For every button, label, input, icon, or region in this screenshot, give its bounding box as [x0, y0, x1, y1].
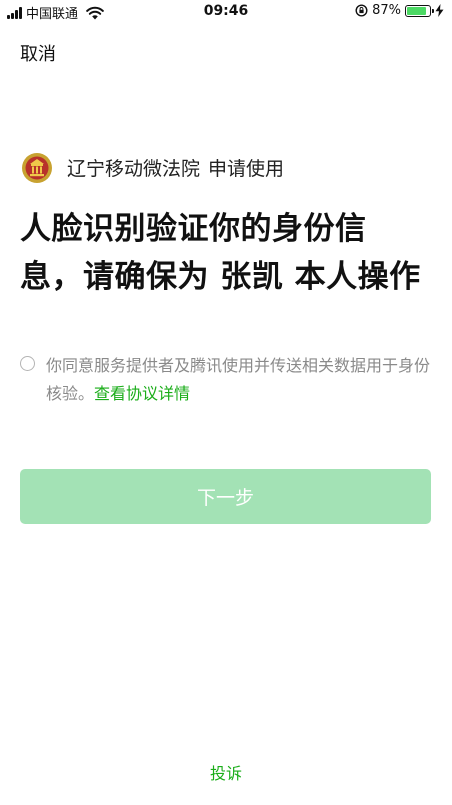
battery-level [407, 6, 426, 15]
agreement-checkbox[interactable] [20, 356, 35, 371]
page-title-line-1: 人脸识别验证你的身份信 [20, 211, 367, 247]
agreement: 你同意服务提供者及腾讯使用并传送相关数据用于身份核验。查看协议详情 [20, 352, 430, 408]
rotation-lock-icon [355, 4, 368, 17]
app-action: 申请使用 [208, 157, 285, 180]
court-emblem-icon [22, 153, 52, 183]
status-bar: 中国联通 09:46 87% [0, 0, 452, 26]
cancel-button[interactable]: 取消 [20, 40, 56, 66]
battery-icon [405, 4, 434, 17]
page-title-line-2: 息，请确保为 张凯 本人操作 [20, 259, 421, 295]
charging-bolt-icon [435, 4, 444, 17]
page-title: 人脸识别验证你的身份信 息，请确保为 张凯 本人操作 [20, 205, 440, 301]
app-name: 辽宁移动微法院 [67, 157, 201, 180]
next-step-button[interactable]: 下一步 [20, 469, 431, 524]
status-bar-right: 87% [355, 3, 444, 18]
complain-link[interactable]: 投诉 [0, 760, 452, 784]
app-title: 辽宁移动微法院 申请使用 [67, 154, 284, 181]
view-agreement-link[interactable]: 查看协议详情 [94, 384, 190, 403]
agreement-text-block: 你同意服务提供者及腾讯使用并传送相关数据用于身份核验。查看协议详情 [46, 352, 430, 408]
battery-percent: 87% [372, 3, 401, 18]
app-info: 辽宁移动微法院 申请使用 [20, 150, 284, 184]
